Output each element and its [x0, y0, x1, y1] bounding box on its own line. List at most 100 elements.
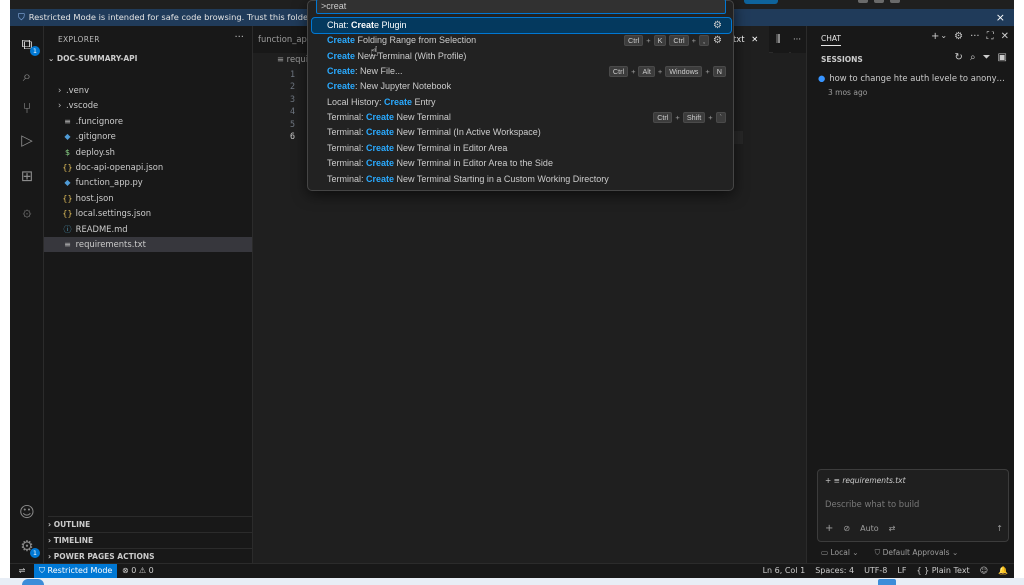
command-item[interactable]: Create: New File... Ctrl + Alt + Windows + N	[312, 64, 731, 79]
explorer-sidebar: EXPLORER ··· ⌄ DOC-SUMMARY-API › .venv › .v…	[44, 26, 253, 563]
command-label: Terminal: Create New Terminal Starting i…	[327, 173, 609, 184]
tab-function-app[interactable]: function_app	[253, 26, 315, 53]
editor-more-icon[interactable]: ···	[791, 26, 806, 53]
copilot-status-icon[interactable]: ☺	[980, 564, 988, 578]
line-number: 2	[289, 81, 295, 92]
command-palette-input[interactable]: >creat	[316, 0, 726, 14]
command-item[interactable]: Terminal: Create New Terminal Ctrl + Shift +…	[312, 110, 731, 125]
location-picker[interactable]: ▭ Local ⌄	[821, 548, 859, 558]
power-pages-actions-section[interactable]: › POWER PAGES ACTIONS	[48, 548, 253, 563]
command-item[interactable]: Terminal: Create New Terminal (In Active…	[312, 125, 731, 140]
file-tree-item[interactable]: ≡ requirements.txt	[44, 237, 252, 252]
command-item[interactable]: Create: New Jupyter Notebook	[312, 79, 731, 94]
chat-input[interactable]: Describe what to build	[825, 499, 919, 509]
outline-section[interactable]: › OUTLINE	[48, 516, 253, 531]
encoding[interactable]: UTF-8	[864, 564, 887, 578]
file-tree-item[interactable]: › .vscode	[44, 98, 252, 113]
file-tree-item[interactable]: › .venv	[44, 83, 252, 98]
end-of-line[interactable]: LF	[897, 564, 906, 578]
send-icon[interactable]: ↑	[996, 524, 1003, 533]
timeline-section[interactable]: › TIMELINE	[48, 532, 253, 547]
chevron-right-icon: ›	[58, 100, 62, 111]
command-item[interactable]: Terminal: Create New Terminal Starting i…	[312, 172, 731, 187]
title-control[interactable]	[874, 0, 884, 3]
banner-close-button[interactable]: ×	[996, 9, 1005, 26]
extensions-icon[interactable]: ⊞	[17, 166, 37, 186]
account-icon[interactable]: ☺	[17, 502, 37, 522]
line-number: 6	[289, 131, 295, 141]
add-context-icon[interactable]: +	[825, 523, 833, 534]
command-item[interactable]: Local History: Create Entry	[312, 95, 731, 110]
source-control-icon[interactable]: ⑂	[17, 98, 37, 118]
explorer-more-icon[interactable]: ···	[234, 32, 244, 43]
tools-icon[interactable]: ⊘	[843, 524, 850, 533]
layout-icon[interactable]: ▣	[998, 52, 1007, 63]
settings-gear-icon[interactable]: ⚙ 1	[17, 536, 40, 558]
session-item[interactable]: ● how to change hte auth levele to anonym…	[818, 73, 1010, 83]
split-editor-icon[interactable]: ⫼	[773, 26, 789, 53]
title-bar-accent[interactable]	[744, 0, 778, 4]
language-mode[interactable]: { } Plain Text	[916, 564, 969, 578]
file-type-icon: ≡	[64, 240, 71, 249]
model-picker[interactable]: Auto	[860, 524, 879, 533]
approvals-picker[interactable]: ⛉ Default Approvals ⌄	[875, 548, 959, 558]
file-type-icon: {}	[62, 209, 73, 219]
file-tree-item[interactable]: $ deploy.sh	[44, 145, 252, 160]
options-icon[interactable]: ⇄	[889, 524, 896, 533]
run-debug-icon[interactable]: ▷	[17, 130, 37, 150]
attached-file-chip[interactable]: + ≡ requirements.txt	[825, 476, 906, 485]
title-control[interactable]	[890, 0, 900, 3]
file-name: .venv	[66, 85, 90, 95]
explorer-icon[interactable]: ⧉ 1	[17, 34, 40, 56]
maximize-icon[interactable]: ⛶	[987, 31, 994, 42]
title-control[interactable]	[858, 0, 868, 3]
more-icon[interactable]: ···	[970, 31, 980, 42]
command-label: Terminal: Create New Terminal	[327, 112, 451, 123]
close-icon[interactable]: ✕	[1001, 31, 1009, 42]
key-cap: Ctrl	[653, 112, 673, 124]
banner-text: Restricted Mode is intended for safe cod…	[28, 12, 334, 22]
problems-indicator[interactable]: ⊗ 0 ⚠ 0	[122, 564, 154, 578]
file-name: .vscode	[66, 100, 99, 111]
copilot-icon[interactable]: ۞	[17, 201, 37, 221]
key-cap: Alt	[638, 66, 655, 78]
search-icon[interactable]: ⌕	[970, 52, 976, 63]
remote-icon[interactable]: ⇌	[10, 564, 34, 578]
line-number: 4	[289, 106, 295, 117]
file-tree-item[interactable]: ⓘ README.md	[44, 222, 252, 237]
search-icon[interactable]: ⌕	[17, 66, 37, 86]
filter-icon[interactable]: ⏷	[983, 52, 991, 63]
restricted-mode-indicator[interactable]: ⛉ Restricted Mode	[34, 564, 118, 578]
command-item[interactable]: Terminal: Create New Terminal in Editor …	[312, 156, 731, 171]
taskbar-app-icon[interactable]	[878, 579, 896, 585]
command-item[interactable]: Chat: Create Plugin ⚙	[311, 17, 732, 34]
indentation[interactable]: Spaces: 4	[815, 564, 854, 578]
key-cap: Shift	[682, 112, 706, 124]
shield-icon: ⛉	[18, 13, 25, 23]
command-item[interactable]: Terminal: Create New Terminal in Editor …	[312, 141, 731, 156]
file-tree-item[interactable]: {} doc-api-openapi.json	[44, 160, 252, 175]
workspace-root-folder[interactable]: ⌄ DOC-SUMMARY-API	[48, 54, 137, 63]
configure-keybinding-gear-icon[interactable]: ⚙	[713, 18, 722, 33]
file-tree-item[interactable]: ≡ .funcignore	[44, 114, 252, 129]
refresh-icon[interactable]: ↻	[955, 52, 963, 63]
file-tree-item[interactable]: {} local.settings.json	[44, 206, 252, 221]
new-chat-icon[interactable]: +	[931, 31, 939, 42]
tab-close-icon[interactable]: ✕	[751, 34, 758, 44]
cursor-position[interactable]: Ln 6, Col 1	[763, 564, 806, 578]
settings-badge: 1	[30, 548, 40, 558]
key-cap: Ctrl	[608, 66, 629, 78]
chat-toolbar: + ⌄ ⚙ ··· ⛶ ✕	[931, 31, 1009, 42]
start-icon[interactable]	[22, 579, 44, 585]
file-tree-item[interactable]: ◆ function_app.py	[44, 175, 252, 190]
gear-icon[interactable]: ⚙	[954, 31, 963, 42]
hand-cursor-icon: ☝	[370, 44, 379, 60]
file-tree-item[interactable]: ◆ .gitignore	[44, 129, 252, 144]
command-label: Create Folding Range from Selection	[327, 35, 477, 46]
chat-tab[interactable]: CHAT	[821, 34, 842, 46]
chevron-right-icon: ›	[58, 85, 62, 95]
bell-icon[interactable]: 🔔	[998, 564, 1008, 578]
file-tree-item[interactable]: {} host.json	[44, 191, 252, 206]
chevron-down-icon[interactable]: ⌄	[940, 31, 947, 42]
configure-keybinding-gear-icon[interactable]: ⚙	[713, 33, 722, 48]
